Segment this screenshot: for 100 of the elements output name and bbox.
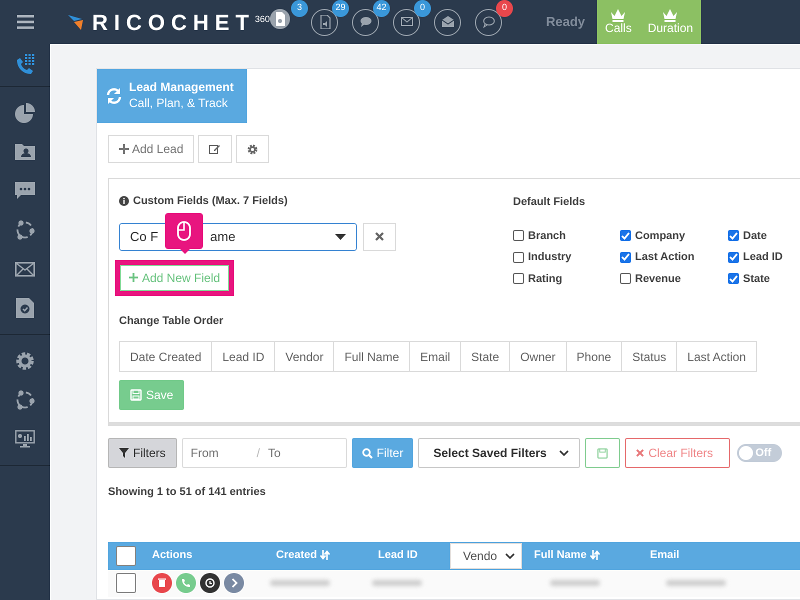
filter-icon [119,448,129,458]
history-button[interactable] [200,573,220,593]
plus-icon [129,273,138,282]
settings-icon[interactable] [15,351,35,371]
checkbox-label: Lead ID [743,250,783,265]
caret-icon [335,234,346,240]
envelope-icon [400,15,412,29]
column-order-item[interactable]: Email [409,341,462,372]
document-icon [274,12,286,26]
trash-icon [156,577,168,589]
caret-icon [559,450,570,456]
column-header: Actions [152,549,192,562]
notification-button[interactable] [270,8,290,28]
blurred-text [372,580,422,586]
row-checkbox[interactable] [116,573,136,593]
delete-button[interactable] [152,573,172,593]
crown-icon [611,8,626,22]
crown-icon [663,8,678,22]
envelope-icon[interactable] [15,259,35,279]
speech-bubble-icon [482,15,494,29]
menu-icon[interactable] [16,15,34,29]
blurred-text [270,580,330,586]
edit-icon [209,144,222,154]
column-order-item[interactable]: Lead ID [211,341,276,372]
panel-subtitle: Call, Plan, & Track [129,96,229,112]
add-lead-button[interactable]: Add Lead [108,135,194,163]
plus-icon [119,144,129,154]
count-badge: 42 [373,0,390,16]
checkbox-label: Last Action [635,250,694,265]
monitor-chart-icon[interactable] [15,429,35,449]
date-separator: / [256,445,260,462]
column-order-item[interactable]: Owner [509,341,567,372]
save-icon [130,389,142,401]
default-fields-title: Default Fields [513,195,586,210]
column-header: Lead ID [378,549,418,562]
checkbox-label: Industry [528,250,572,265]
task-icon[interactable] [15,298,35,318]
pie-chart-icon[interactable] [15,103,35,123]
chat-icon [360,15,372,29]
checkbox[interactable] [513,252,524,263]
column-select[interactable]: Vendo [450,542,522,568]
count-badge: 0 [414,0,431,16]
history-icon [204,577,216,589]
checkbox[interactable] [513,273,524,284]
checkbox-label: Company [635,228,686,244]
checkbox[interactable] [728,252,739,263]
filters-button[interactable]: Filters [108,438,177,468]
stat-label: Duration [648,22,694,36]
column-order-item[interactable]: Date Created [119,341,212,372]
checkbox[interactable] [728,273,739,284]
column-order-item[interactable]: Status [621,341,678,372]
column-order-item[interactable]: State [460,341,510,372]
logo-text: RICOCHET [92,8,255,36]
count-badge: 0 [496,0,513,16]
checkbox[interactable] [620,230,631,242]
contact-folder-icon[interactable] [15,142,35,162]
count-badge: 29 [332,0,349,16]
checkbox-label: Revenue [635,272,681,286]
remove-field-button[interactable] [363,222,396,250]
checkbox-label: State [743,272,770,286]
select-all-checkbox[interactable] [116,546,136,566]
count-badge: 3 [291,0,308,16]
custom-fields-title: Custom Fields (Max. 7 Fields) [133,194,288,209]
blurred-text [550,580,600,586]
checkbox[interactable] [513,230,524,242]
table-order-title: Change Table Order [119,314,224,328]
stat-label: Calls [605,22,632,36]
checkbox[interactable] [728,230,739,242]
settings-icon [247,144,258,154]
sort-icon[interactable] [320,550,330,560]
search-icon [362,448,373,458]
column-order-item[interactable]: Vendor [274,341,334,372]
checkbox-label: Branch [528,228,566,244]
open-envelope-icon [442,15,454,29]
network-icon[interactable] [15,220,35,240]
blurred-text [666,580,726,586]
checkbox-label: Date [743,228,767,244]
checkbox[interactable] [620,273,631,284]
saved-filters-select[interactable]: Select Saved Filters [418,438,580,468]
edit-button[interactable] [198,135,232,163]
close-icon [636,449,644,457]
entries-count: Showing 1 to 51 of 141 entries [108,485,267,500]
checkbox[interactable] [620,252,631,263]
dialpad-phone-icon[interactable] [15,54,35,74]
column-order-item[interactable]: Full Name [333,341,410,372]
panel-title: Lead Management [129,80,234,96]
save-icon [597,448,608,458]
column-header: Email [650,549,680,562]
column-order-item[interactable]: Last Action [676,341,757,372]
chat-icon[interactable] [15,181,35,201]
sort-icon[interactable] [590,550,600,560]
network-icon[interactable] [15,390,35,410]
close-icon [375,232,384,241]
mouse-icon [177,221,191,241]
refresh-icon [105,87,123,105]
settings-button[interactable] [236,135,270,163]
column-order-item[interactable]: Phone [566,341,622,372]
status-text: Ready [546,14,586,30]
phone-icon [180,577,192,589]
caret-icon [505,552,515,558]
